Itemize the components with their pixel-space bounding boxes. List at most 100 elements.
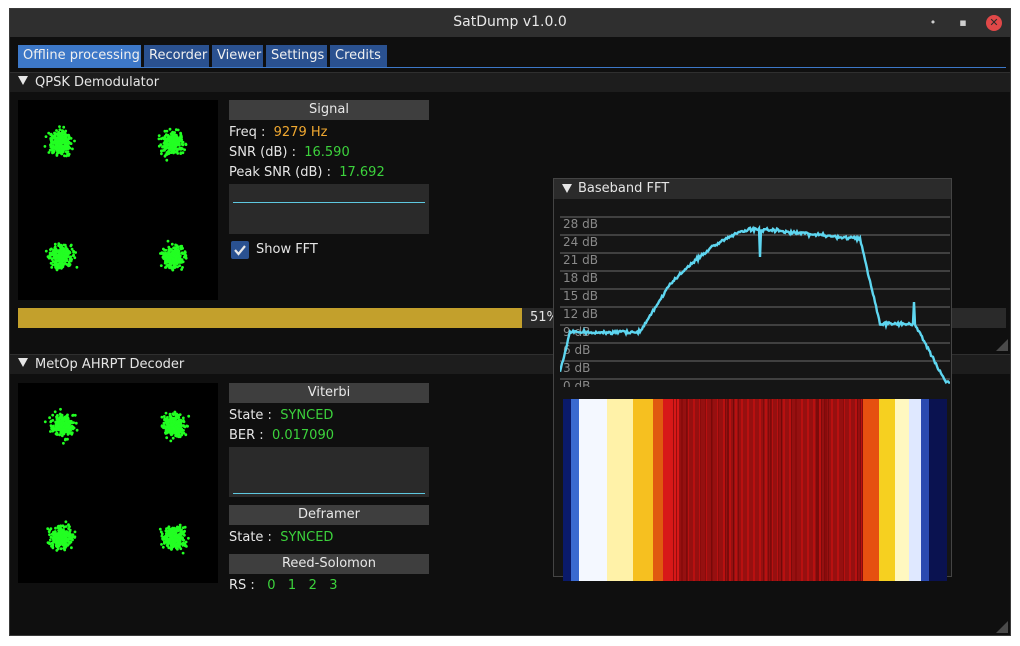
waterfall-column (833, 399, 835, 581)
waterfall-streak (700, 399, 701, 581)
waterfall-column (845, 399, 847, 581)
waterfall-streak (676, 399, 677, 581)
waterfall-streak (826, 399, 827, 581)
waterfall-streak (795, 399, 796, 581)
minimize-button[interactable]: • (925, 15, 941, 31)
waterfall-column (587, 399, 589, 581)
waterfall-column (877, 399, 879, 581)
waterfall-column (865, 399, 867, 581)
tab-recorder[interactable]: Recorder (144, 45, 209, 67)
close-button[interactable]: ✕ (986, 15, 1002, 31)
waterfall-column (761, 399, 763, 581)
fft-y-tick-label: 28 dB (563, 217, 598, 231)
waterfall-column (581, 399, 583, 581)
waterfall-column (793, 399, 795, 581)
waterfall-column (829, 399, 831, 581)
tab-underline (18, 67, 1006, 68)
waterfall-column (835, 399, 837, 581)
waterfall-column (801, 399, 803, 581)
waterfall-column (941, 399, 943, 581)
waterfall-column (923, 399, 925, 581)
waterfall-column (571, 399, 573, 581)
waterfall-column (885, 399, 887, 581)
waterfall-column (749, 399, 751, 581)
baseband-fft-header[interactable]: Baseband FFT (554, 179, 951, 199)
waterfall-column (939, 399, 941, 581)
waterfall-column (597, 399, 599, 581)
deframer-state-label: State : (229, 530, 272, 545)
waterfall-column (619, 399, 621, 581)
waterfall-column (667, 399, 669, 581)
waterfall-column (567, 399, 569, 581)
waterfall-column (697, 399, 699, 581)
constellation-points (43, 125, 76, 158)
waterfall-column (935, 399, 937, 581)
waterfall-streak (681, 399, 682, 581)
waterfall-column (669, 399, 671, 581)
waterfall-column (899, 399, 901, 581)
waterfall-column (775, 399, 777, 581)
snr-history-graph (229, 184, 429, 234)
waterfall-column (745, 399, 747, 581)
waterfall-column (643, 399, 645, 581)
waterfall-column (695, 399, 697, 581)
waterfall-column (707, 399, 709, 581)
tab-settings[interactable]: Settings (266, 45, 327, 67)
waterfall-column (651, 399, 653, 581)
ber-history-line (233, 493, 425, 494)
constellation-cluster (150, 234, 196, 280)
waterfall-column (873, 399, 875, 581)
waterfall-streak (857, 399, 858, 581)
maximize-button[interactable]: ▪ (955, 15, 971, 31)
waterfall-column (689, 399, 691, 581)
resize-grip-icon[interactable] (996, 339, 1008, 351)
rs-row: RS : 0 1 2 3 (229, 578, 338, 593)
waterfall-column (665, 399, 667, 581)
resize-grip-icon[interactable] (996, 621, 1008, 633)
qpsk-demodulator-header[interactable]: QPSK Demodulator (10, 72, 1010, 92)
title-bar[interactable]: SatDump v1.0.0 • ▪ ✕ (10, 9, 1010, 37)
waterfall-column (915, 399, 917, 581)
waterfall-streak (824, 399, 825, 581)
tab-viewer[interactable]: Viewer (212, 45, 263, 67)
waterfall-streak (781, 399, 782, 581)
show-fft-label[interactable]: Show FFT (256, 242, 318, 257)
constellation-cluster (151, 403, 197, 449)
rs-value-1: 1 (287, 578, 297, 593)
tab-offline-processing[interactable]: Offline processing (18, 45, 141, 67)
snr-value: 16.590 (304, 145, 350, 160)
fft-y-tick-label: 15 dB (563, 289, 598, 303)
deframer-header: Deframer (229, 505, 429, 525)
rs-value-3: 3 (329, 578, 338, 593)
constellation-points (43, 407, 79, 445)
waterfall-streak (738, 399, 739, 581)
waterfall-column (577, 399, 579, 581)
constellation-cluster (151, 515, 197, 561)
waterfall-column (605, 399, 607, 581)
waterfall-column (887, 399, 889, 581)
waterfall-column (627, 399, 629, 581)
waterfall-column (709, 399, 711, 581)
signal-header: Signal (229, 100, 429, 120)
waterfall-column (875, 399, 877, 581)
baseband-fft-window[interactable]: Baseband FFT 28 dB 24 dB 21 dB 18 dB 15 dB 12… (553, 178, 952, 581)
deframer-state-row: State : SYNCED (229, 530, 333, 545)
waterfall-column (903, 399, 905, 581)
tab-credits[interactable]: Credits (330, 45, 387, 67)
waterfall-column (897, 399, 899, 581)
fft-y-tick-label: 12 dB (563, 307, 598, 321)
waterfall-column (921, 399, 923, 581)
qpsk-constellation-plot (18, 100, 218, 300)
show-fft-checkbox[interactable] (231, 241, 249, 259)
peak-snr-label: Peak SNR (dB) : (229, 165, 331, 180)
waterfall-column (655, 399, 657, 581)
waterfall-column (589, 399, 591, 581)
rs-value-2: 2 (308, 578, 317, 593)
waterfall-streak (705, 399, 706, 581)
waterfall-column (641, 399, 643, 581)
waterfall-column (819, 399, 821, 581)
waterfall-column (663, 399, 665, 581)
waterfall-column (863, 399, 865, 581)
waterfall-column (803, 399, 805, 581)
waterfall-streak (817, 399, 818, 581)
